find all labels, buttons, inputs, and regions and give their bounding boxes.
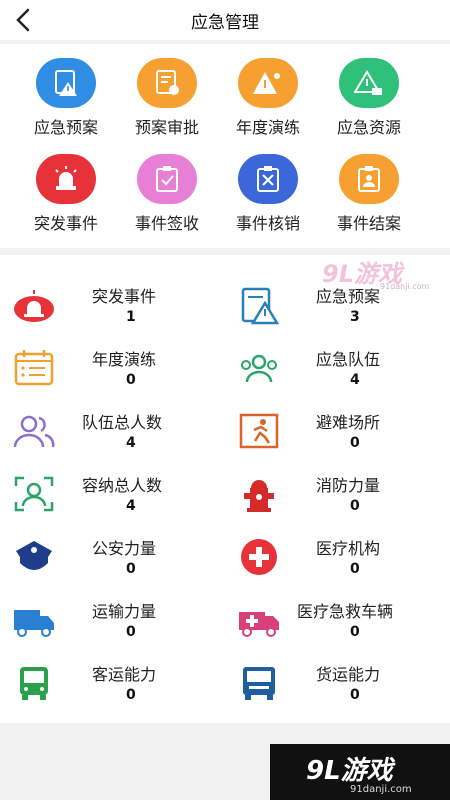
stat-value: 0 bbox=[350, 498, 360, 514]
document-approve-icon bbox=[137, 58, 197, 108]
stat-value: 0 bbox=[126, 687, 136, 703]
stat-police-force[interactable]: 公安力量 0 bbox=[0, 525, 225, 587]
stat-fire-force[interactable]: 消防力量 0 bbox=[225, 462, 450, 524]
resource-warning-icon bbox=[339, 58, 399, 108]
stat-value: 0 bbox=[126, 561, 136, 577]
stat-transport-force[interactable]: 运输力量 0 bbox=[0, 588, 225, 650]
document-warning-icon bbox=[237, 285, 281, 325]
stats-panel: 突发事件 1 应急预案 3 年度演练 0 应急队伍 4 队伍总人数 4 避难场所… bbox=[0, 255, 450, 723]
grid-label: 应急资源 bbox=[336, 118, 401, 137]
fire-hydrant-icon bbox=[237, 474, 281, 514]
grid-item-emergency-resource[interactable]: 应急资源 bbox=[319, 58, 419, 138]
grid-label: 事件核销 bbox=[235, 214, 300, 233]
stat-label: 医疗急救车辆 bbox=[297, 602, 394, 621]
stat-label: 容纳总人数 bbox=[82, 476, 163, 495]
header-bar: 应急管理 bbox=[0, 0, 450, 40]
bus-icon bbox=[12, 663, 56, 703]
stat-value: 0 bbox=[350, 435, 360, 451]
stat-incident[interactable]: 突发事件 1 bbox=[0, 273, 225, 335]
grid-item-incident[interactable]: 突发事件 bbox=[16, 154, 116, 234]
grid-item-event-close[interactable]: 事件结案 bbox=[319, 154, 419, 234]
grid-item-event-signoff[interactable]: 事件签收 bbox=[117, 154, 217, 234]
grid-label: 事件结案 bbox=[336, 214, 401, 233]
stat-label: 突发事件 bbox=[92, 287, 157, 306]
stat-label: 年度演练 bbox=[92, 350, 157, 369]
clipboard-cross-icon bbox=[238, 154, 298, 204]
ambulance-icon bbox=[237, 600, 281, 640]
stat-annual-drill[interactable]: 年度演练 0 bbox=[0, 336, 225, 398]
stat-label: 运输力量 bbox=[92, 602, 157, 621]
grid-label: 应急预案 bbox=[33, 118, 98, 137]
stat-capacity-total[interactable]: 容纳总人数 4 bbox=[0, 462, 225, 524]
grid-label: 事件签收 bbox=[134, 214, 199, 233]
grid-item-plan-approval[interactable]: 预案审批 bbox=[117, 58, 217, 138]
stat-value: 0 bbox=[350, 624, 360, 640]
stat-freight-capacity[interactable]: 货运能力 0 bbox=[225, 651, 450, 713]
stat-label: 队伍总人数 bbox=[82, 413, 163, 432]
clipboard-check-icon bbox=[137, 154, 197, 204]
person-frame-icon bbox=[12, 474, 56, 514]
stat-value: 0 bbox=[126, 372, 136, 388]
stat-team-total[interactable]: 队伍总人数 4 bbox=[0, 399, 225, 461]
people-icon bbox=[12, 411, 56, 451]
stat-ambulance[interactable]: 医疗急救车辆 0 bbox=[225, 588, 450, 650]
alarm-light-icon bbox=[36, 154, 96, 204]
stat-passenger-capacity[interactable]: 客运能力 0 bbox=[0, 651, 225, 713]
brand-logo-domain: 91danji.com bbox=[350, 784, 412, 795]
brand-logo-text: 9L游戏 bbox=[306, 756, 393, 786]
grid-item-annual-drill[interactable]: 年度演练 bbox=[218, 58, 318, 138]
grid-item-event-writeoff[interactable]: 事件核销 bbox=[218, 154, 318, 234]
stat-value: 1 bbox=[126, 309, 136, 325]
watermark: 9L游戏 91danji.com bbox=[322, 254, 432, 291]
exit-sign-icon bbox=[237, 411, 281, 451]
cargo-truck-icon bbox=[237, 663, 281, 703]
grid-label: 预案审批 bbox=[134, 118, 199, 137]
drill-warning-icon bbox=[238, 58, 298, 108]
grid-label: 突发事件 bbox=[33, 214, 98, 233]
stat-value: 4 bbox=[126, 435, 136, 451]
stat-emergency-team[interactable]: 应急队伍 4 bbox=[225, 336, 450, 398]
document-warning-icon bbox=[36, 58, 96, 108]
alarm-light-icon bbox=[12, 285, 56, 325]
stat-label: 客运能力 bbox=[92, 665, 157, 684]
stat-value: 3 bbox=[350, 309, 360, 325]
stat-shelter[interactable]: 避难场所 0 bbox=[225, 399, 450, 461]
stat-value: 0 bbox=[350, 561, 360, 577]
function-grid: 应急预案 预案审批 年度演练 应急资源 突发事件 事件签收 事件核销 事件结案 bbox=[0, 44, 450, 248]
medical-cross-icon bbox=[237, 537, 281, 577]
stat-value: 4 bbox=[126, 498, 136, 514]
stat-label: 避难场所 bbox=[316, 413, 381, 432]
clipboard-person-icon bbox=[339, 154, 399, 204]
police-cap-icon bbox=[12, 537, 56, 577]
grid-label: 年度演练 bbox=[235, 118, 300, 137]
grid-item-emergency-plan[interactable]: 应急预案 bbox=[16, 58, 116, 138]
stat-value: 0 bbox=[126, 624, 136, 640]
stat-label: 应急队伍 bbox=[316, 350, 381, 369]
stat-value: 0 bbox=[350, 687, 360, 703]
brand-logo-badge: 9L游戏 91danji.com bbox=[270, 744, 450, 800]
stat-label: 医疗机构 bbox=[316, 539, 381, 558]
stat-label: 货运能力 bbox=[316, 665, 381, 684]
stat-label: 公安力量 bbox=[92, 539, 157, 558]
watermark-domain: 91danji.com bbox=[380, 282, 430, 291]
team-icon bbox=[237, 348, 281, 388]
page-title: 应急管理 bbox=[191, 13, 259, 33]
calendar-list-icon bbox=[12, 348, 56, 388]
stat-label: 消防力量 bbox=[316, 476, 381, 495]
stat-value: 4 bbox=[350, 372, 360, 388]
stat-medical-institution[interactable]: 医疗机构 0 bbox=[225, 525, 450, 587]
truck-icon bbox=[12, 600, 56, 640]
